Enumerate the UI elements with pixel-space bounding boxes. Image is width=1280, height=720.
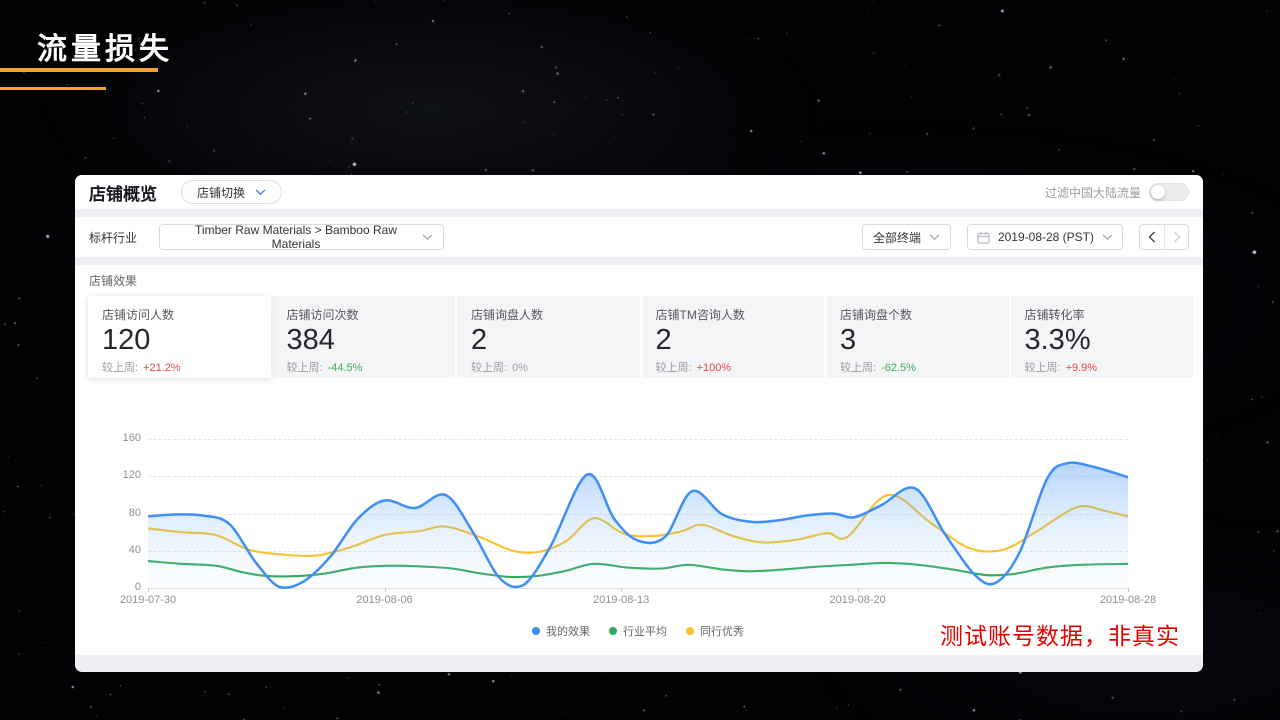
store-overview-panel: 店铺概览 店铺切换 过滤中国大陆流量 标杆行业 Timber Raw Mater…	[75, 175, 1203, 672]
industry-select[interactable]: Timber Raw Materials > Bamboo Raw Materi…	[159, 223, 445, 251]
metric-value: 120	[102, 324, 151, 356]
chevron-down-icon	[255, 188, 266, 195]
chevron-left-icon	[1148, 231, 1156, 243]
metric-delta: 较上周: -62.5%	[840, 362, 916, 374]
title-accent-bar	[0, 87, 106, 90]
x-axis-label: 2019-08-06	[356, 594, 413, 606]
y-axis-label: 80	[128, 506, 141, 519]
metric-card-tm-consult[interactable]: 店铺TM咨询人数 2 较上周: +100%	[641, 296, 824, 378]
legend-label: 同行优秀	[700, 626, 744, 638]
date-picker[interactable]: 2019-08-28 (PST)	[966, 224, 1123, 250]
delta-value: +9.9%	[1065, 362, 1098, 374]
metric-card-inquiries[interactable]: 店铺询盘个数 3 较上周: -62.5%	[826, 296, 1009, 378]
industry-value: Timber Raw Materials > Bamboo Raw Materi…	[195, 223, 397, 251]
legend-dot-icon	[532, 627, 540, 635]
chevron-right-icon	[1173, 231, 1181, 243]
industry-label: 标杆行业	[89, 230, 138, 245]
date-pager	[1139, 224, 1189, 250]
metric-value: 3	[840, 324, 857, 356]
store-switch-label: 店铺切换	[197, 185, 246, 200]
delta-value: +100%	[696, 362, 732, 374]
filter-bar: 标杆行业 Timber Raw Materials > Bamboo Raw M…	[75, 217, 1203, 257]
date-value: 2019-08-28 (PST)	[997, 230, 1094, 244]
legend-dot-icon	[686, 627, 694, 635]
metric-label: 店铺访问人数	[102, 308, 175, 322]
page-title: 店铺概览	[89, 184, 157, 204]
test-data-watermark: 测试账号数据，非真实	[940, 624, 1180, 649]
metric-value: 2	[655, 324, 672, 356]
y-axis-label: 0	[134, 581, 141, 593]
metric-value: 3.3%	[1024, 324, 1091, 356]
delta-value: 0%	[512, 362, 528, 374]
legend-label: 我的效果	[546, 626, 590, 638]
metric-label: 店铺询盘人数	[471, 308, 544, 322]
toggle-knob	[1151, 184, 1165, 199]
legend-item[interactable]: 同行优秀	[686, 623, 744, 639]
legend-item[interactable]: 行业平均	[609, 623, 667, 639]
traffic-filter-label: 过滤中国大陆流量	[1044, 185, 1141, 200]
metric-label: 店铺转化率	[1024, 308, 1085, 322]
x-axis-tick	[857, 588, 859, 592]
section-title: 店铺效果	[89, 274, 138, 288]
metric-card-inquiry-people[interactable]: 店铺询盘人数 2 较上周: 0%	[457, 296, 640, 378]
metric-card-conversion-rate[interactable]: 店铺转化率 3.3% 较上周: +9.9%	[1010, 296, 1193, 378]
y-axis-label: 160	[122, 432, 141, 444]
terminal-value: 全部终端	[872, 230, 921, 245]
traffic-line-chart	[148, 439, 1128, 589]
metric-delta: 较上周: 0%	[471, 362, 528, 374]
slide-title: 流量损失	[37, 33, 173, 66]
y-axis-label: 120	[122, 469, 141, 482]
store-switch-button[interactable]: 店铺切换	[181, 180, 283, 204]
metric-label: 店铺访问次数	[286, 308, 359, 322]
chevron-down-icon	[929, 233, 940, 240]
traffic-filter-toggle[interactable]	[1149, 183, 1189, 201]
x-axis-label: 2019-08-13	[592, 594, 650, 606]
x-axis-tick	[621, 588, 623, 592]
x-axis-tick	[148, 588, 149, 592]
prev-day-button[interactable]	[1140, 225, 1164, 249]
calendar-icon	[977, 231, 990, 244]
slide: 流量损失 店铺概览 店铺切换 过滤中国大陆流量 标杆行业 Timber Raw …	[0, 0, 1280, 720]
x-axis-tick	[384, 588, 386, 592]
metric-delta: 较上周: +100%	[655, 362, 732, 374]
delta-value: +21.2%	[143, 362, 181, 374]
x-axis-tick	[1128, 588, 1129, 592]
chevron-down-icon	[1102, 233, 1113, 240]
delta-value: -62.5%	[881, 362, 916, 374]
legend-label: 行业平均	[623, 626, 667, 638]
legend-item[interactable]: 我的效果	[532, 623, 590, 639]
delta-value: -44.5%	[327, 362, 363, 374]
metric-label: 店铺询盘个数	[840, 308, 913, 322]
x-axis-label: 2019-08-28	[1099, 594, 1157, 606]
terminal-select[interactable]: 全部终端	[861, 224, 951, 250]
x-axis-label: 2019-07-30	[119, 594, 177, 606]
y-axis-label: 40	[128, 543, 141, 556]
metric-label: 店铺TM咨询人数	[655, 308, 745, 322]
metrics-row: 店铺访问人数 120 较上周: +21.2% 店铺访问次数 384 较上周: -44…	[88, 296, 1193, 378]
title-accent-bar	[0, 68, 158, 72]
next-day-button[interactable]	[1164, 225, 1188, 249]
metric-card-visits[interactable]: 店铺访问次数 384 较上周: -44.5%	[272, 296, 455, 378]
metric-value: 2	[471, 324, 488, 356]
panel-header: 店铺概览 店铺切换 过滤中国大陆流量	[75, 175, 1203, 209]
metric-delta: 较上周: +9.9%	[1024, 362, 1098, 374]
legend-dot-icon	[609, 627, 617, 635]
metric-delta: 较上周: +21.2%	[102, 362, 181, 374]
store-performance-card: 店铺效果 店铺访问人数 120 较上周: +21.2% 店铺访问次数 384 较上…	[75, 265, 1203, 655]
chevron-down-icon	[422, 233, 433, 240]
metric-value: 384	[286, 324, 335, 356]
metric-card-visitors[interactable]: 店铺访问人数 120 较上周: +21.2%	[88, 296, 271, 378]
metric-delta: 较上周: -44.5%	[286, 362, 363, 374]
x-axis-label: 2019-08-20	[829, 594, 886, 606]
